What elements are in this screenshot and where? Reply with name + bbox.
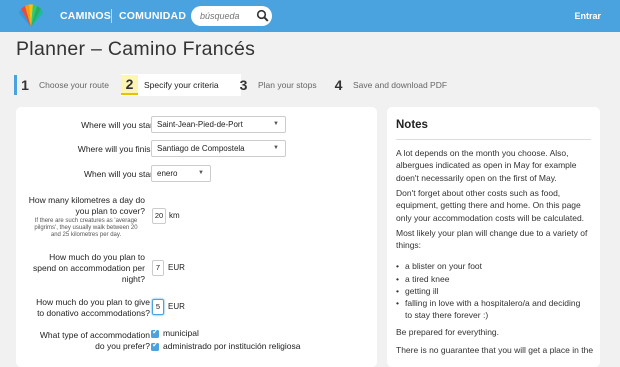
nav-caminos[interactable]: CAMINOS [60,10,111,22]
km-question-line: How many kilometres a day do [28,195,145,205]
step-label: Choose your route [39,80,109,90]
search-icon[interactable] [256,9,269,23]
km-hint-line: and 25 kilometres per day. [50,232,122,238]
finish-question: Where will you finish? [77,144,160,154]
when-select[interactable]: enero ▼ [151,165,211,182]
religious-checkbox-label: administrado por institución religiosa [163,341,301,351]
donativo-unit: EUR [168,302,185,311]
accommodation-type-question-line: do you prefer? [95,341,150,351]
nav-comunidad[interactable]: COMUNIDAD [119,10,186,22]
accommodation-type-question: What type of accommodation do you prefer… [40,330,150,352]
chevron-down-icon: ▼ [198,170,204,176]
search-box [191,6,272,26]
step-4[interactable]: 4 Save and download PDF [330,74,447,96]
step-number: 1 [14,75,33,95]
notes-line: only your accommodation costs will be ca… [396,212,585,223]
step-label: Plan your stops [258,80,317,90]
step-2[interactable]: 2 Specify your criteria [121,74,241,96]
accommodation-unit: EUR [168,263,185,272]
accommodation-question-line: How much do you plan to [49,252,145,262]
notes-line: doen't necessarily open on the first of … [396,172,557,183]
chevron-down-icon: ▼ [273,145,279,151]
municipal-checkbox-label: municipal [163,328,199,338]
notes-line: falling in love with a hospitalero/a and… [405,298,581,308]
step-number: 4 [334,77,343,93]
steps-bar: 1 Choose your route 2 Specify your crite… [14,74,606,96]
km-hint-line: pilgrims', they usually walk between 20 [34,225,138,231]
step-label: Specify your criteria [144,80,219,90]
notes-line: Don't forget about other costs such as f… [396,188,561,198]
notes-line: to stay there forever :) [405,310,489,321]
when-select-value: enero [157,169,178,178]
donativo-question-line: to donativo accommodations? [37,308,150,318]
notes-line: equipment, getting there and home. On th… [396,200,581,211]
km-hint: If there are such creatures as 'average … [27,218,145,239]
step-3[interactable]: 3 Plan your stops [235,74,317,96]
km-unit: km [169,211,180,220]
municipal-checkbox[interactable] [151,327,159,338]
top-navigation-bar: CAMINOS COMUNIDAD Entrar [0,0,620,32]
km-question: How many kilometres a day do you plan to… [29,195,145,217]
notes-paragraph: A lot depends on the month you choose. A… [396,147,596,184]
notes-panel: Notes A lot depends on the month you cho… [387,107,600,367]
religious-checkbox[interactable] [151,340,159,351]
km-input[interactable]: 20 [152,208,166,224]
accommodation-question-line: night? [121,274,145,284]
finish-select-value: Santiago de Compostela [157,144,245,153]
step-1[interactable]: 1 Choose your route [14,74,109,96]
donativo-input[interactable]: 5 [152,299,164,315]
notes-list-item: a tired knee [396,273,595,286]
accommodation-question-line: spend on accommodation per [33,263,145,273]
when-question: When will you start? [83,169,160,179]
start-select-value: Saint-Jean-Pied-de-Port [157,120,243,129]
logo-icon[interactable] [17,3,45,29]
notes-title: Notes [396,119,428,131]
notes-list-item: falling in love with a hospitalero/a and… [396,297,595,322]
page-title: Planner – Camino Francés [16,38,256,60]
notes-line: albergues indicated as open in May for e… [396,160,577,171]
donativo-question-line: How much do you plan to give [36,297,150,307]
notes-paragraph: Don't forget about other costs such as f… [396,187,596,224]
accommodation-input[interactable]: 7 [152,260,164,276]
notes-list-item: a blister on your foot [396,260,595,273]
step-number: 2 [121,75,138,95]
login-link[interactable]: Entrar [574,11,601,21]
km-question-line: you plan to cover? [75,206,145,216]
notes-paragraph: Be prepared for everything. [396,327,500,337]
notes-list-item: getting ill [396,285,595,298]
notes-divider [396,139,591,140]
start-question: Where will you start? [81,120,160,130]
criteria-form: Where will you start? Saint-Jean-Pied-de… [16,107,377,367]
start-select[interactable]: Saint-Jean-Pied-de-Port ▼ [151,116,286,133]
notes-paragraph: Most likely your plan will change due to… [396,227,596,252]
notes-line: A lot depends on the month you choose. A… [396,148,569,158]
nav-divider [111,9,112,23]
km-hint-line: If there are such creatures as 'average [34,218,138,224]
notes-line: things: [396,240,422,251]
notes-line: Most likely your plan will change due to… [396,228,588,238]
accommodation-type-question-line: What type of accommodation [39,330,150,340]
finish-select[interactable]: Santiago de Compostela ▼ [151,140,286,157]
step-number: 3 [239,77,248,93]
step-label: Save and download PDF [353,80,448,90]
chevron-down-icon: ▼ [273,121,279,127]
accommodation-question: How much do you plan to spend on accommo… [33,252,145,285]
notes-paragraph: There is no guarantee that you will get … [396,345,594,355]
donativo-question: How much do you plan to give to donativo… [36,297,150,319]
search-input[interactable] [200,9,256,23]
